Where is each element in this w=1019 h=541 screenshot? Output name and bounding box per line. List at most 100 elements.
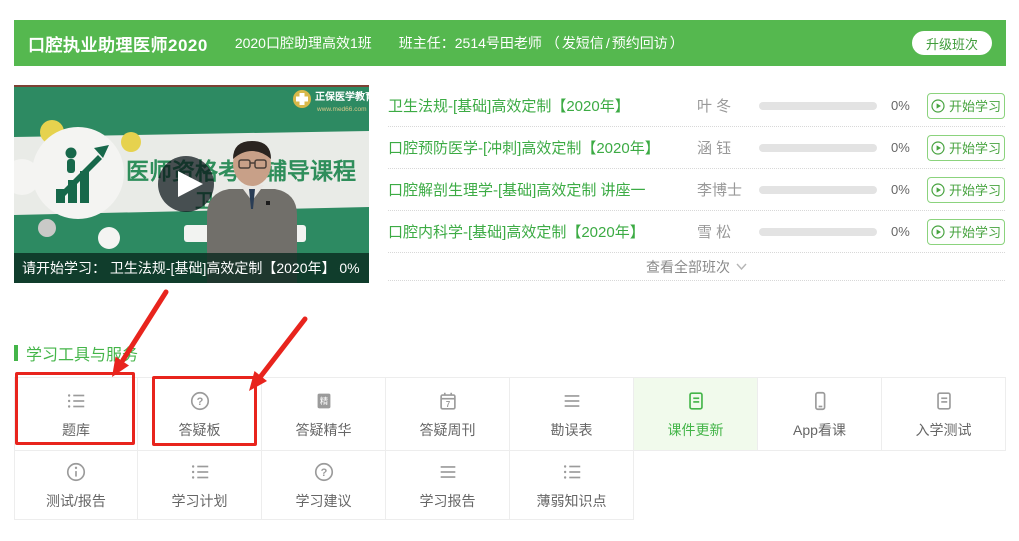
course-title-link[interactable]: 口腔内科学-[基础]高效定制【2020年】 <box>388 221 697 242</box>
lines-icon <box>437 460 459 484</box>
start-learning-label: 开始学习 <box>949 180 1001 199</box>
upgrade-class-button[interactable]: 升级班次 <box>912 31 992 55</box>
list-icon <box>189 460 211 484</box>
play-circle-icon <box>931 225 945 239</box>
tool-cell-测试/报告[interactable]: 测试/报告 <box>14 451 138 520</box>
start-learning-button[interactable]: 开始学习 <box>927 177 1005 203</box>
section-title-label: 学习工具与服务 <box>26 341 138 365</box>
progress-bar <box>759 102 877 110</box>
chevron-down-icon <box>736 263 747 270</box>
tools-grid: 题库 ? 答疑板 精 答疑精华 7 答疑周刊 勘误表 课件更新 App看课 入学… <box>14 377 1007 520</box>
list-icon <box>65 389 87 413</box>
tool-label: 学习报告 <box>420 491 476 511</box>
play-circle-icon <box>931 141 945 155</box>
course-list: 卫生法规-[基础]高效定制【2020年】 叶 冬 0% 开始学习 口腔预防医学-… <box>388 85 1005 281</box>
play-circle-icon <box>931 183 945 197</box>
tool-label: 学习建议 <box>296 491 352 511</box>
tool-label: 答疑板 <box>179 420 221 440</box>
section-accent-bar <box>14 345 18 361</box>
play-circle-icon <box>931 99 945 113</box>
tools-section-header: 学习工具与服务 <box>14 341 138 365</box>
svg-text:?: ? <box>196 396 203 408</box>
svg-text:?: ? <box>320 467 327 479</box>
list-icon <box>561 460 583 484</box>
tool-label: 答疑精华 <box>296 420 352 440</box>
document-icon <box>933 389 955 413</box>
class-title: 口腔执业助理医师2020 <box>28 31 208 56</box>
start-learning-button[interactable]: 开始学习 <box>927 135 1005 161</box>
play-button <box>158 156 214 212</box>
page: 口腔执业助理医师2020 2020口腔助理高效1班 班主任：2514号田老师 （… <box>0 0 1019 541</box>
phone-icon <box>809 389 831 413</box>
question-circle-icon: ? <box>313 460 335 484</box>
tool-cell-学习建议[interactable]: ? 学习建议 <box>262 451 386 520</box>
start-learning-button[interactable]: 开始学习 <box>927 219 1005 245</box>
tool-cell-入学测试[interactable]: 入学测试 <box>882 377 1006 451</box>
send-sms-link[interactable]: 发短信 <box>562 33 604 53</box>
book-icon: 精 <box>313 389 335 413</box>
svg-text:精: 精 <box>319 396 327 406</box>
brand-name: 正保医学教育网 <box>315 90 369 103</box>
view-all-classes[interactable]: 查看全部班次 <box>388 253 1005 281</box>
tool-label: 题库 <box>62 420 90 440</box>
tool-label: 学习计划 <box>172 491 228 511</box>
brand-url: www.med66.com <box>316 106 367 113</box>
class-subtitle: 2020口腔助理高效1班 <box>235 33 372 53</box>
course-title-link[interactable]: 口腔解剖生理学-[基础]高效定制 讲座一 <box>388 179 697 200</box>
course-row: 口腔预防医学-[冲刺]高效定制【2020年】 涵 钰 0% 开始学习 <box>388 127 1005 169</box>
course-teacher: 雪 松 <box>697 221 759 242</box>
host-suffix: ） <box>670 33 684 53</box>
course-list-rows: 卫生法规-[基础]高效定制【2020年】 叶 冬 0% 开始学习 口腔预防医学-… <box>388 85 1005 253</box>
tool-label: 测试/报告 <box>46 491 106 511</box>
tool-cell-课件更新[interactable]: 课件更新 <box>634 377 758 451</box>
poster-art: 医师资格考试辅导课程 卫 正 <box>14 85 369 283</box>
calendar-7-icon: 7 <box>437 389 459 413</box>
progress-bar <box>759 228 877 236</box>
course-video-poster[interactable]: 医师资格考试辅导课程 卫 正 <box>14 85 369 283</box>
view-all-label: 查看全部班次 <box>646 257 730 277</box>
progress-percent: 0% <box>891 182 927 197</box>
tool-label: 入学测试 <box>916 420 972 440</box>
tool-cell-勘误表[interactable]: 勘误表 <box>510 377 634 451</box>
course-teacher: 涵 钰 <box>697 137 759 158</box>
start-learning-label: 开始学习 <box>949 96 1001 115</box>
tool-cell-App看课[interactable]: App看课 <box>758 377 882 451</box>
class-header: 口腔执业助理医师2020 2020口腔助理高效1班 班主任：2514号田老师 （… <box>14 20 1006 66</box>
start-learning-label: 开始学习 <box>949 138 1001 157</box>
question-circle-icon: ? <box>189 389 211 413</box>
progress-percent: 0% <box>891 98 927 113</box>
tool-label: App看课 <box>793 420 846 440</box>
tool-label: 课件更新 <box>668 420 724 440</box>
host-separator: / <box>606 35 610 51</box>
progress-percent: 0% <box>891 224 927 239</box>
tools-row-1: 题库 ? 答疑板 精 答疑精华 7 答疑周刊 勘误表 课件更新 App看课 入学… <box>14 377 1007 451</box>
info-circle-icon <box>65 460 87 484</box>
course-row: 口腔内科学-[基础]高效定制【2020年】 雪 松 0% 开始学习 <box>388 211 1005 253</box>
tool-cell-答疑周刊[interactable]: 7 答疑周刊 <box>386 377 510 451</box>
reserve-callback-link[interactable]: 预约回访 <box>612 33 668 53</box>
tool-cell-答疑板[interactable]: ? 答疑板 <box>138 377 262 451</box>
video-caption: 请开始学习： 卫生法规-[基础]高效定制【2020年】 0% <box>22 260 360 276</box>
course-title-link[interactable]: 口腔预防医学-[冲刺]高效定制【2020年】 <box>388 137 697 158</box>
progress-bar <box>759 186 877 194</box>
svg-text:7: 7 <box>445 399 449 408</box>
course-title-link[interactable]: 卫生法规-[基础]高效定制【2020年】 <box>388 95 697 116</box>
tool-label: 薄弱知识点 <box>537 491 607 511</box>
tool-cell-薄弱知识点[interactable]: 薄弱知识点 <box>510 451 634 520</box>
tool-cell-答疑精华[interactable]: 精 答疑精华 <box>262 377 386 451</box>
document-icon <box>685 389 707 413</box>
progress-percent: 0% <box>891 140 927 155</box>
progress-bar <box>759 144 877 152</box>
tool-cell-学习计划[interactable]: 学习计划 <box>138 451 262 520</box>
tool-label: 勘误表 <box>551 420 593 440</box>
start-learning-button[interactable]: 开始学习 <box>927 93 1005 119</box>
course-row: 卫生法规-[基础]高效定制【2020年】 叶 冬 0% 开始学习 <box>388 85 1005 127</box>
course-teacher: 李博士 <box>697 179 759 200</box>
tool-label: 答疑周刊 <box>420 420 476 440</box>
start-learning-label: 开始学习 <box>949 222 1001 241</box>
lines-icon <box>561 389 583 413</box>
tool-cell-题库[interactable]: 题库 <box>14 377 138 451</box>
course-teacher: 叶 冬 <box>697 95 759 116</box>
host-prefix: 班主任：2514号田老师 （ <box>399 33 560 53</box>
tool-cell-学习报告[interactable]: 学习报告 <box>386 451 510 520</box>
